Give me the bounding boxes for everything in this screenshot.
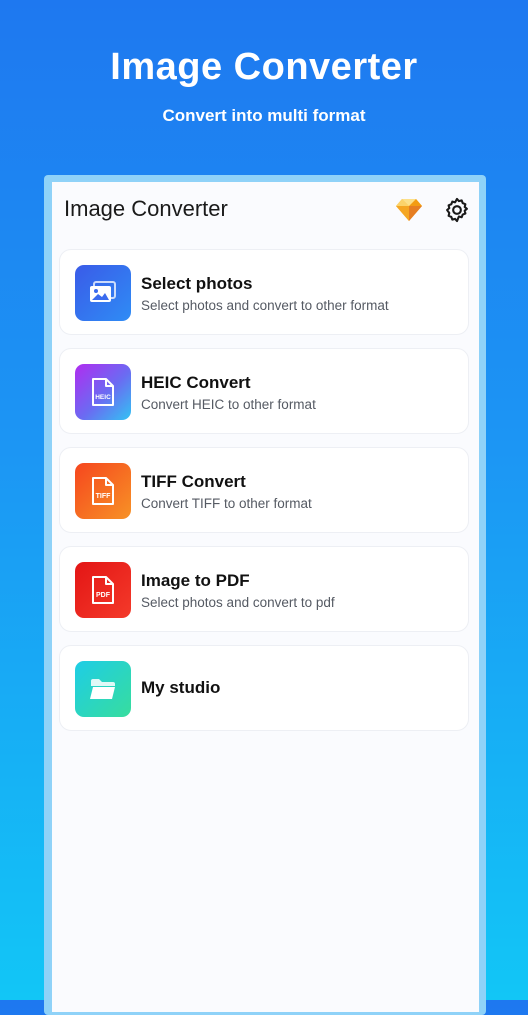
menu-item-title: TIFF Convert [141,472,246,491]
photos-icon [75,265,131,321]
menu-item-heic-convert[interactable]: HEIC HEIC Convert Convert HEIC to other … [59,348,469,434]
pdf-badge-text: PDF [96,592,111,599]
menu-item-tiff-convert[interactable]: TIFF TIFF Convert Convert TIFF to other … [59,447,469,533]
app-toolbar [393,194,473,226]
menu-item-subtitle: Select photos and convert to other forma… [141,298,389,313]
menu-item-subtitle: Convert TIFF to other format [141,496,312,511]
premium-diamond-icon[interactable] [393,194,425,226]
heic-badge-text: HEIC [95,394,111,401]
menu-item-subtitle: Convert HEIC to other format [141,397,316,412]
tiff-file-icon: TIFF [75,463,131,519]
menu-item-image-to-pdf[interactable]: PDF Image to PDF Select photos and conve… [59,546,469,632]
hero-subtitle: Convert into multi format [162,106,366,125]
menu-item-title: Select photos [141,274,253,293]
menu-item-subtitle: Select photos and convert to pdf [141,595,335,610]
hero-title: Image Converter [110,46,418,88]
menu-item-select-photos[interactable]: Select photos Select photos and convert … [59,249,469,335]
app-title: Image Converter [64,196,228,221]
menu-item-title: My studio [141,678,221,697]
folder-icon [75,661,131,717]
app-screen: Image Converter Select photos Select pho… [52,182,479,1012]
menu-item-my-studio[interactable]: My studio [59,645,469,731]
menu-item-title: Image to PDF [141,571,250,590]
tiff-badge-text: TIFF [96,493,111,500]
pdf-file-icon: PDF [75,562,131,618]
gear-icon[interactable] [441,194,473,226]
menu-item-title: HEIC Convert [141,373,251,392]
heic-file-icon: HEIC [75,364,131,420]
